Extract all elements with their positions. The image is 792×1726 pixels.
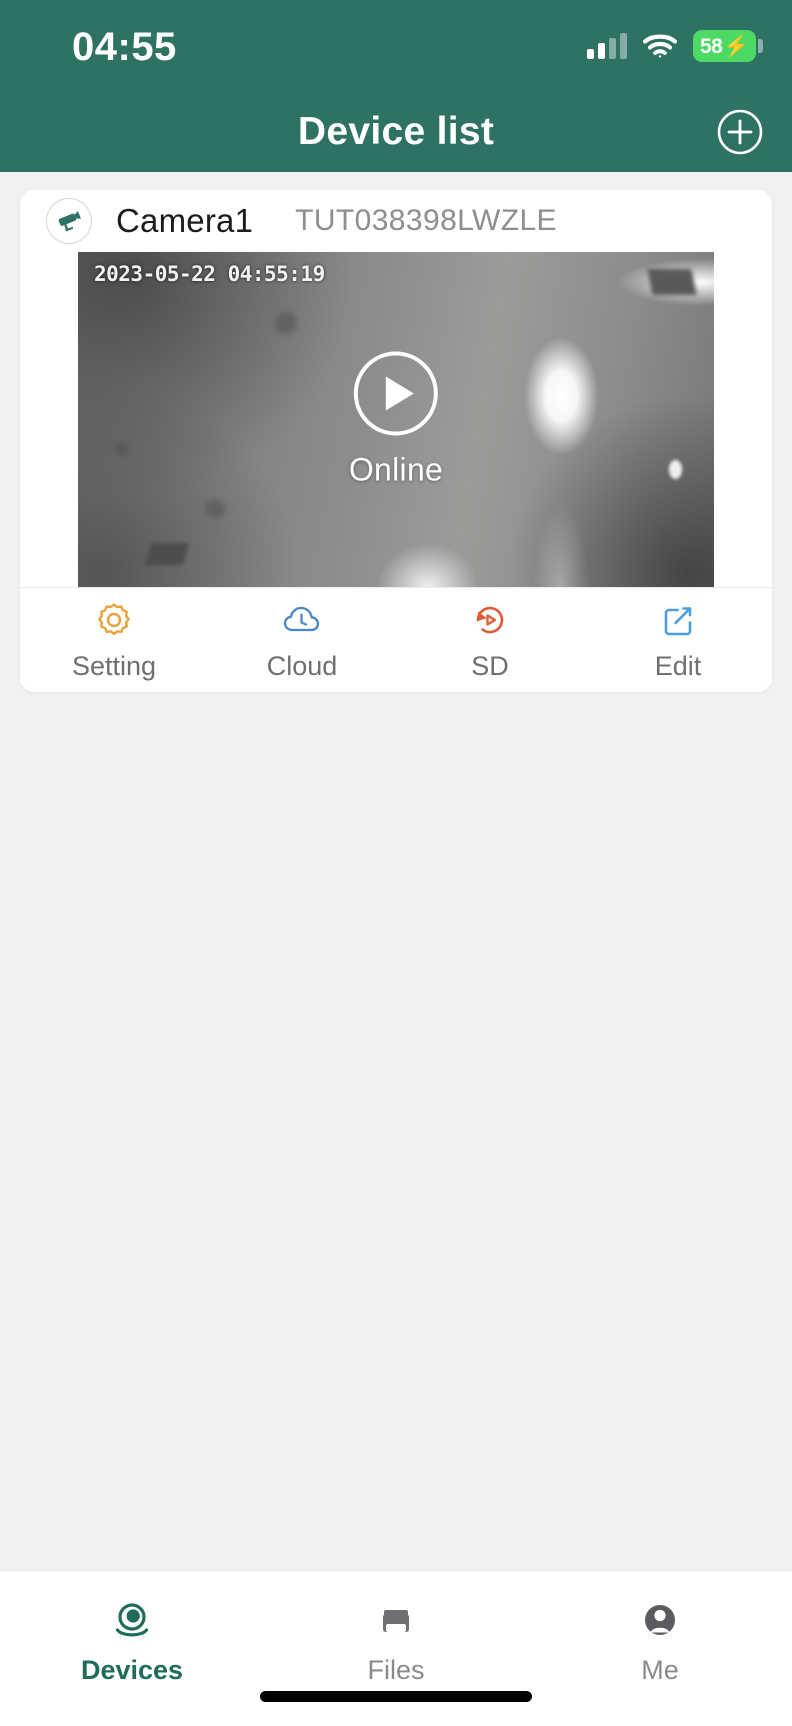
- frame-artifact: [144, 543, 190, 566]
- camera-preview[interactable]: 2023-05-22 04:55:19 Online: [78, 252, 714, 587]
- plus-circle-icon[interactable]: [716, 108, 764, 156]
- frame-artifact: [205, 499, 226, 518]
- cellular-signal-icon: [586, 33, 627, 59]
- home-indicator: [260, 1691, 532, 1702]
- edit-pencil-icon: [656, 598, 700, 642]
- bottom-tab-bar: Devices Files Me: [0, 1570, 792, 1726]
- tab-files[interactable]: Files: [264, 1571, 528, 1726]
- folder-icon: [373, 1597, 419, 1643]
- tab-label: Me: [641, 1655, 679, 1685]
- tab-label: Devices: [80, 1655, 184, 1685]
- status-bar-clock: 04:55: [72, 25, 177, 69]
- device-name-label: Camera1: [116, 202, 254, 239]
- device-card-header: Camera1 TUT038398LWZLE: [20, 190, 772, 252]
- cloud-clock-icon: [280, 598, 324, 642]
- charging-bolt-icon: ⚡: [723, 34, 749, 58]
- action-label: Cloud: [266, 651, 338, 681]
- action-label: Setting: [71, 651, 157, 681]
- gear-icon: [92, 598, 136, 642]
- battery-percent-label: 58: [699, 34, 723, 58]
- camera-timestamp-overlay: 2023-05-22 04:55:19: [94, 262, 325, 286]
- play-button[interactable]: Online: [349, 351, 443, 488]
- tab-label: Files: [367, 1655, 425, 1685]
- device-status-label: Online: [348, 451, 444, 487]
- device-action-bar: Setting Cloud SD Edit: [20, 587, 772, 692]
- action-label: Edit: [654, 651, 702, 681]
- device-uid-label: TUT038398LWZLE: [295, 204, 557, 237]
- app-header: 04:55 58 ⚡ Device list: [0, 0, 792, 172]
- sd-playback-icon: [468, 598, 512, 642]
- status-bar: 04:55 58 ⚡: [0, 0, 792, 92]
- cctv-camera-icon: [46, 198, 92, 244]
- camera-eye-icon: [109, 1597, 155, 1643]
- navigation-bar: Device list: [0, 92, 792, 172]
- status-bar-indicators: 58 ⚡: [586, 30, 764, 62]
- action-label: SD: [471, 651, 509, 681]
- sd-button[interactable]: SD: [396, 598, 584, 682]
- battery-indicator: 58 ⚡: [692, 30, 764, 62]
- edit-button[interactable]: Edit: [584, 598, 772, 682]
- tab-devices[interactable]: Devices: [0, 1571, 264, 1726]
- device-card: Camera1 TUT038398LWZLE 2023-05-22 04:55:…: [20, 190, 772, 692]
- wifi-icon: [642, 33, 678, 59]
- cloud-button[interactable]: Cloud: [208, 598, 396, 682]
- page-title: Device list: [297, 110, 495, 153]
- person-icon: [637, 1597, 683, 1643]
- frame-artifact: [647, 268, 698, 295]
- setting-button[interactable]: Setting: [20, 598, 208, 682]
- tab-me[interactable]: Me: [528, 1571, 792, 1726]
- play-circle-icon: [354, 351, 438, 435]
- phone-screen: 04:55 58 ⚡ Device list Camera1 TUT038398…: [0, 0, 792, 1726]
- frame-artifact: [116, 442, 129, 455]
